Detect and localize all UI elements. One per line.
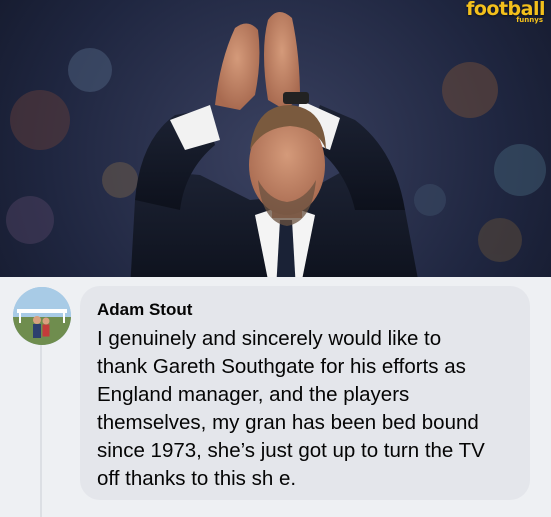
comment-text: I genuinely and sincerely would like to … [97, 325, 512, 493]
comment-line: thank Gareth Southgate for his efforts a… [97, 355, 466, 378]
comment-bubble[interactable]: Adam Stout I genuinely and sincerely wou… [80, 286, 530, 500]
comment-line: off thanks to this sh e. [97, 467, 297, 490]
comment-line: England manager, and the players [97, 383, 410, 406]
comment-line: I genuinely and sincerely would like to [97, 327, 442, 350]
comment-line: since 1973, she’s just got up to turn th… [97, 439, 485, 462]
profile-avatar-icon[interactable] [13, 287, 71, 345]
reply-thread-line [40, 345, 42, 517]
football-funnys-logo: football funnys [466, 0, 545, 24]
screenshot: football funnys Adam Stout I genuinely a… [0, 0, 551, 517]
comment-author-name[interactable]: Adam Stout [97, 300, 512, 320]
comment-line: themselves, my gran has been bed bound [97, 411, 479, 434]
